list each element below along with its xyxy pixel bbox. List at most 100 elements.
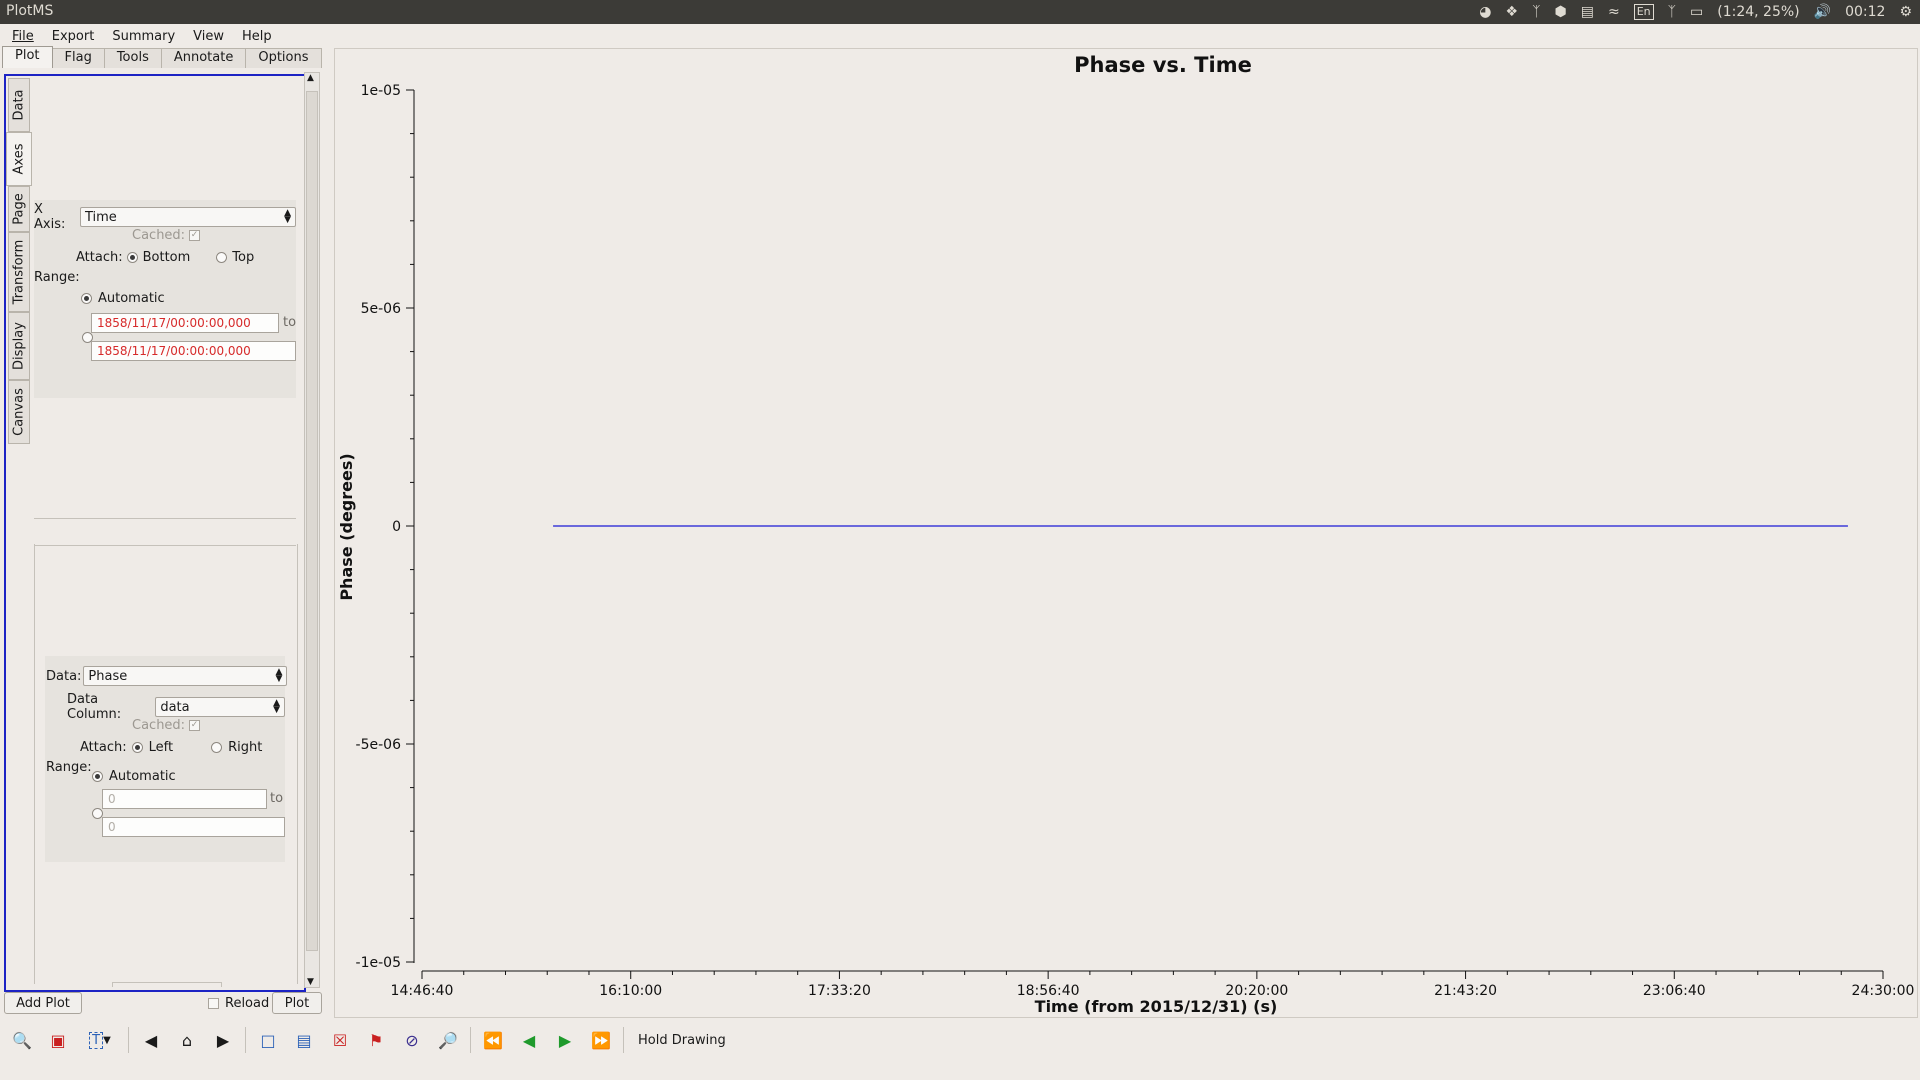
x-axis-group: X Axis: Time ▲ ▼ Cached: ✓ Attach: Bottom… xyxy=(34,200,296,398)
x-tick-label: 24:30:00 xyxy=(1852,983,1915,999)
wifi-icon[interactable]: ≈ xyxy=(1608,4,1620,20)
side-tab-page[interactable]: Page xyxy=(8,186,30,232)
menu-summary[interactable]: Summary xyxy=(106,29,181,44)
volume-icon[interactable]: 🔊 xyxy=(1814,4,1831,20)
x-attach-top-radio[interactable] xyxy=(216,252,228,263)
chart-title: Phase vs. Time xyxy=(1074,53,1252,77)
reload-label[interactable]: Reload xyxy=(225,996,269,1011)
x-tick-label: 14:46:40 xyxy=(391,983,454,999)
battery-icon[interactable]: ▭ xyxy=(1690,4,1703,20)
x-attach-bottom-label[interactable]: Bottom xyxy=(143,250,191,265)
add-plot-button[interactable]: Add Plot xyxy=(4,992,82,1014)
plot-canvas[interactable]: Phase vs. Time Phase (degrees) Time (fro… xyxy=(335,49,1917,1017)
annotate-text-icon[interactable]: T ▼ xyxy=(80,1026,120,1054)
zoom-icon[interactable]: 🔍 xyxy=(8,1026,36,1054)
next-view-icon[interactable]: ▶ xyxy=(209,1026,237,1054)
tab-plot[interactable]: Plot xyxy=(2,46,53,68)
clock[interactable]: 00:12 xyxy=(1845,4,1885,20)
flag-icon[interactable]: ⚑ xyxy=(362,1026,390,1054)
settings-gear-icon[interactable]: ⚙ xyxy=(1899,4,1912,20)
plot-button[interactable]: Plot xyxy=(272,992,322,1014)
side-tab-canvas[interactable]: Canvas xyxy=(8,380,30,444)
unflag-icon[interactable]: ⊘ xyxy=(398,1026,426,1054)
bluetooth-icon[interactable]: ᛉ xyxy=(1532,4,1540,20)
y-range-automatic-label[interactable]: Automatic xyxy=(109,769,176,784)
tab-annotate[interactable]: Annotate xyxy=(160,48,247,68)
hold-drawing-toggle[interactable]: Hold Drawing xyxy=(638,1033,726,1048)
chart-monitor-icon[interactable]: ▤ xyxy=(1581,4,1594,20)
x-range-automatic-radio[interactable] xyxy=(81,293,92,304)
y-tick-label: -5e-06 xyxy=(356,737,402,753)
menu-file[interactable]: File xyxy=(6,29,40,44)
horizontal-scroll-handle[interactable] xyxy=(112,982,222,987)
side-tab-transform[interactable]: Transform xyxy=(8,232,30,312)
panel-splitter[interactable] xyxy=(34,518,296,546)
dropbox-icon[interactable]: ❖ xyxy=(1506,4,1519,20)
y-attach-left-label[interactable]: Left xyxy=(149,740,173,755)
network-icon[interactable]: ◕ xyxy=(1479,4,1491,20)
reload-checkbox[interactable] xyxy=(208,998,219,1009)
tab-flag[interactable]: Flag xyxy=(51,48,105,68)
next-iteration-icon[interactable]: ▶ xyxy=(551,1026,579,1054)
y-data-column-select[interactable]: data ▲ ▼ xyxy=(155,697,285,717)
y-attach-label: Attach: xyxy=(80,740,127,755)
battery-status[interactable]: (1:24, 25%) xyxy=(1717,4,1799,20)
home-icon[interactable]: ⌂ xyxy=(173,1026,201,1054)
y-data-select[interactable]: Phase ▲ ▼ xyxy=(83,666,288,686)
toolbar-separator xyxy=(623,1027,624,1053)
toolbar-separator xyxy=(128,1027,129,1053)
subtract-region-icon[interactable]: ▤ xyxy=(290,1026,318,1054)
spinner-arrows-icon: ▲ ▼ xyxy=(284,208,291,225)
y-attach-right-radio[interactable] xyxy=(211,742,223,753)
previous-view-icon[interactable]: ◀ xyxy=(137,1026,165,1054)
x-range-to-input[interactable]: 1858/11/17/00:00:00,000 xyxy=(91,341,296,361)
side-tab-display[interactable]: Display xyxy=(8,312,30,380)
scroll-down-icon[interactable]: ▼ xyxy=(307,977,314,987)
x-attach-label: Attach: xyxy=(76,250,123,265)
x-range-from-input[interactable]: 1858/11/17/00:00:00,000 xyxy=(91,313,279,333)
tab-options[interactable]: Options xyxy=(245,48,322,68)
zoom-fit-icon[interactable]: ▣ xyxy=(44,1026,72,1054)
y-axis-label: Phase (degrees) xyxy=(337,453,356,600)
y-tick-label: 1e-05 xyxy=(361,83,401,99)
x-axis-select[interactable]: Time ▲ ▼ xyxy=(79,207,296,227)
y-range-automatic-radio[interactable] xyxy=(92,771,103,782)
menu-help[interactable]: Help xyxy=(236,29,278,44)
y-attach-left-radio[interactable] xyxy=(131,742,143,753)
scroll-up-icon[interactable]: ▲ xyxy=(307,73,314,83)
x-cached-label: Cached: xyxy=(132,228,186,243)
locate-icon[interactable]: 🔎 xyxy=(434,1026,462,1054)
menu-export[interactable]: Export xyxy=(46,29,101,44)
main-tab-bar: Plot Flag Tools Annotate Options xyxy=(2,46,322,68)
x-tick-label: 17:33:20 xyxy=(808,983,871,999)
tab-tools[interactable]: Tools xyxy=(103,48,162,68)
x-tick-label: 23:06:40 xyxy=(1643,983,1706,999)
bluetooth-icon[interactable]: ᛉ xyxy=(1668,4,1676,20)
keyboard-layout-indicator[interactable]: En xyxy=(1633,4,1654,20)
x-attach-top-label[interactable]: Top xyxy=(232,250,254,265)
x-attach-bottom-radio[interactable] xyxy=(126,252,138,263)
reload-toggle: Reload xyxy=(208,996,269,1011)
panel-resize-handle[interactable] xyxy=(324,72,328,1016)
x-cached-checkbox: ✓ xyxy=(189,230,201,241)
x-range-automatic-label[interactable]: Automatic xyxy=(98,291,165,306)
side-tab-data[interactable]: Data xyxy=(8,78,30,132)
y-attach-right-label[interactable]: Right xyxy=(228,740,262,755)
shield-icon[interactable]: ⬢ xyxy=(1554,4,1566,20)
scrollbar-thumb[interactable] xyxy=(306,91,318,951)
y-range-from-input[interactable]: 0 xyxy=(102,789,267,809)
y-range-to-label: to xyxy=(270,791,284,806)
x-axis-label: Time (from 2015/12/31) (s) xyxy=(1035,997,1278,1016)
menu-view[interactable]: View xyxy=(187,29,230,44)
last-iteration-icon[interactable]: ⏩ xyxy=(587,1026,615,1054)
first-iteration-icon[interactable]: ⏪ xyxy=(479,1026,507,1054)
y-tick-label: -1e-05 xyxy=(356,955,401,971)
clear-region-icon[interactable]: ☒ xyxy=(326,1026,354,1054)
side-tab-axes[interactable]: Axes xyxy=(6,132,32,186)
y-range-to-input[interactable]: 0 xyxy=(102,817,285,837)
select-region-icon[interactable]: □ xyxy=(254,1026,282,1054)
x-tick-label: 18:56:40 xyxy=(1017,983,1080,999)
menu-bar: File Export Summary View Help xyxy=(0,24,1920,48)
previous-iteration-icon[interactable]: ◀ xyxy=(515,1026,543,1054)
panel-scrollbar[interactable]: ▲ ▼ xyxy=(304,72,320,988)
